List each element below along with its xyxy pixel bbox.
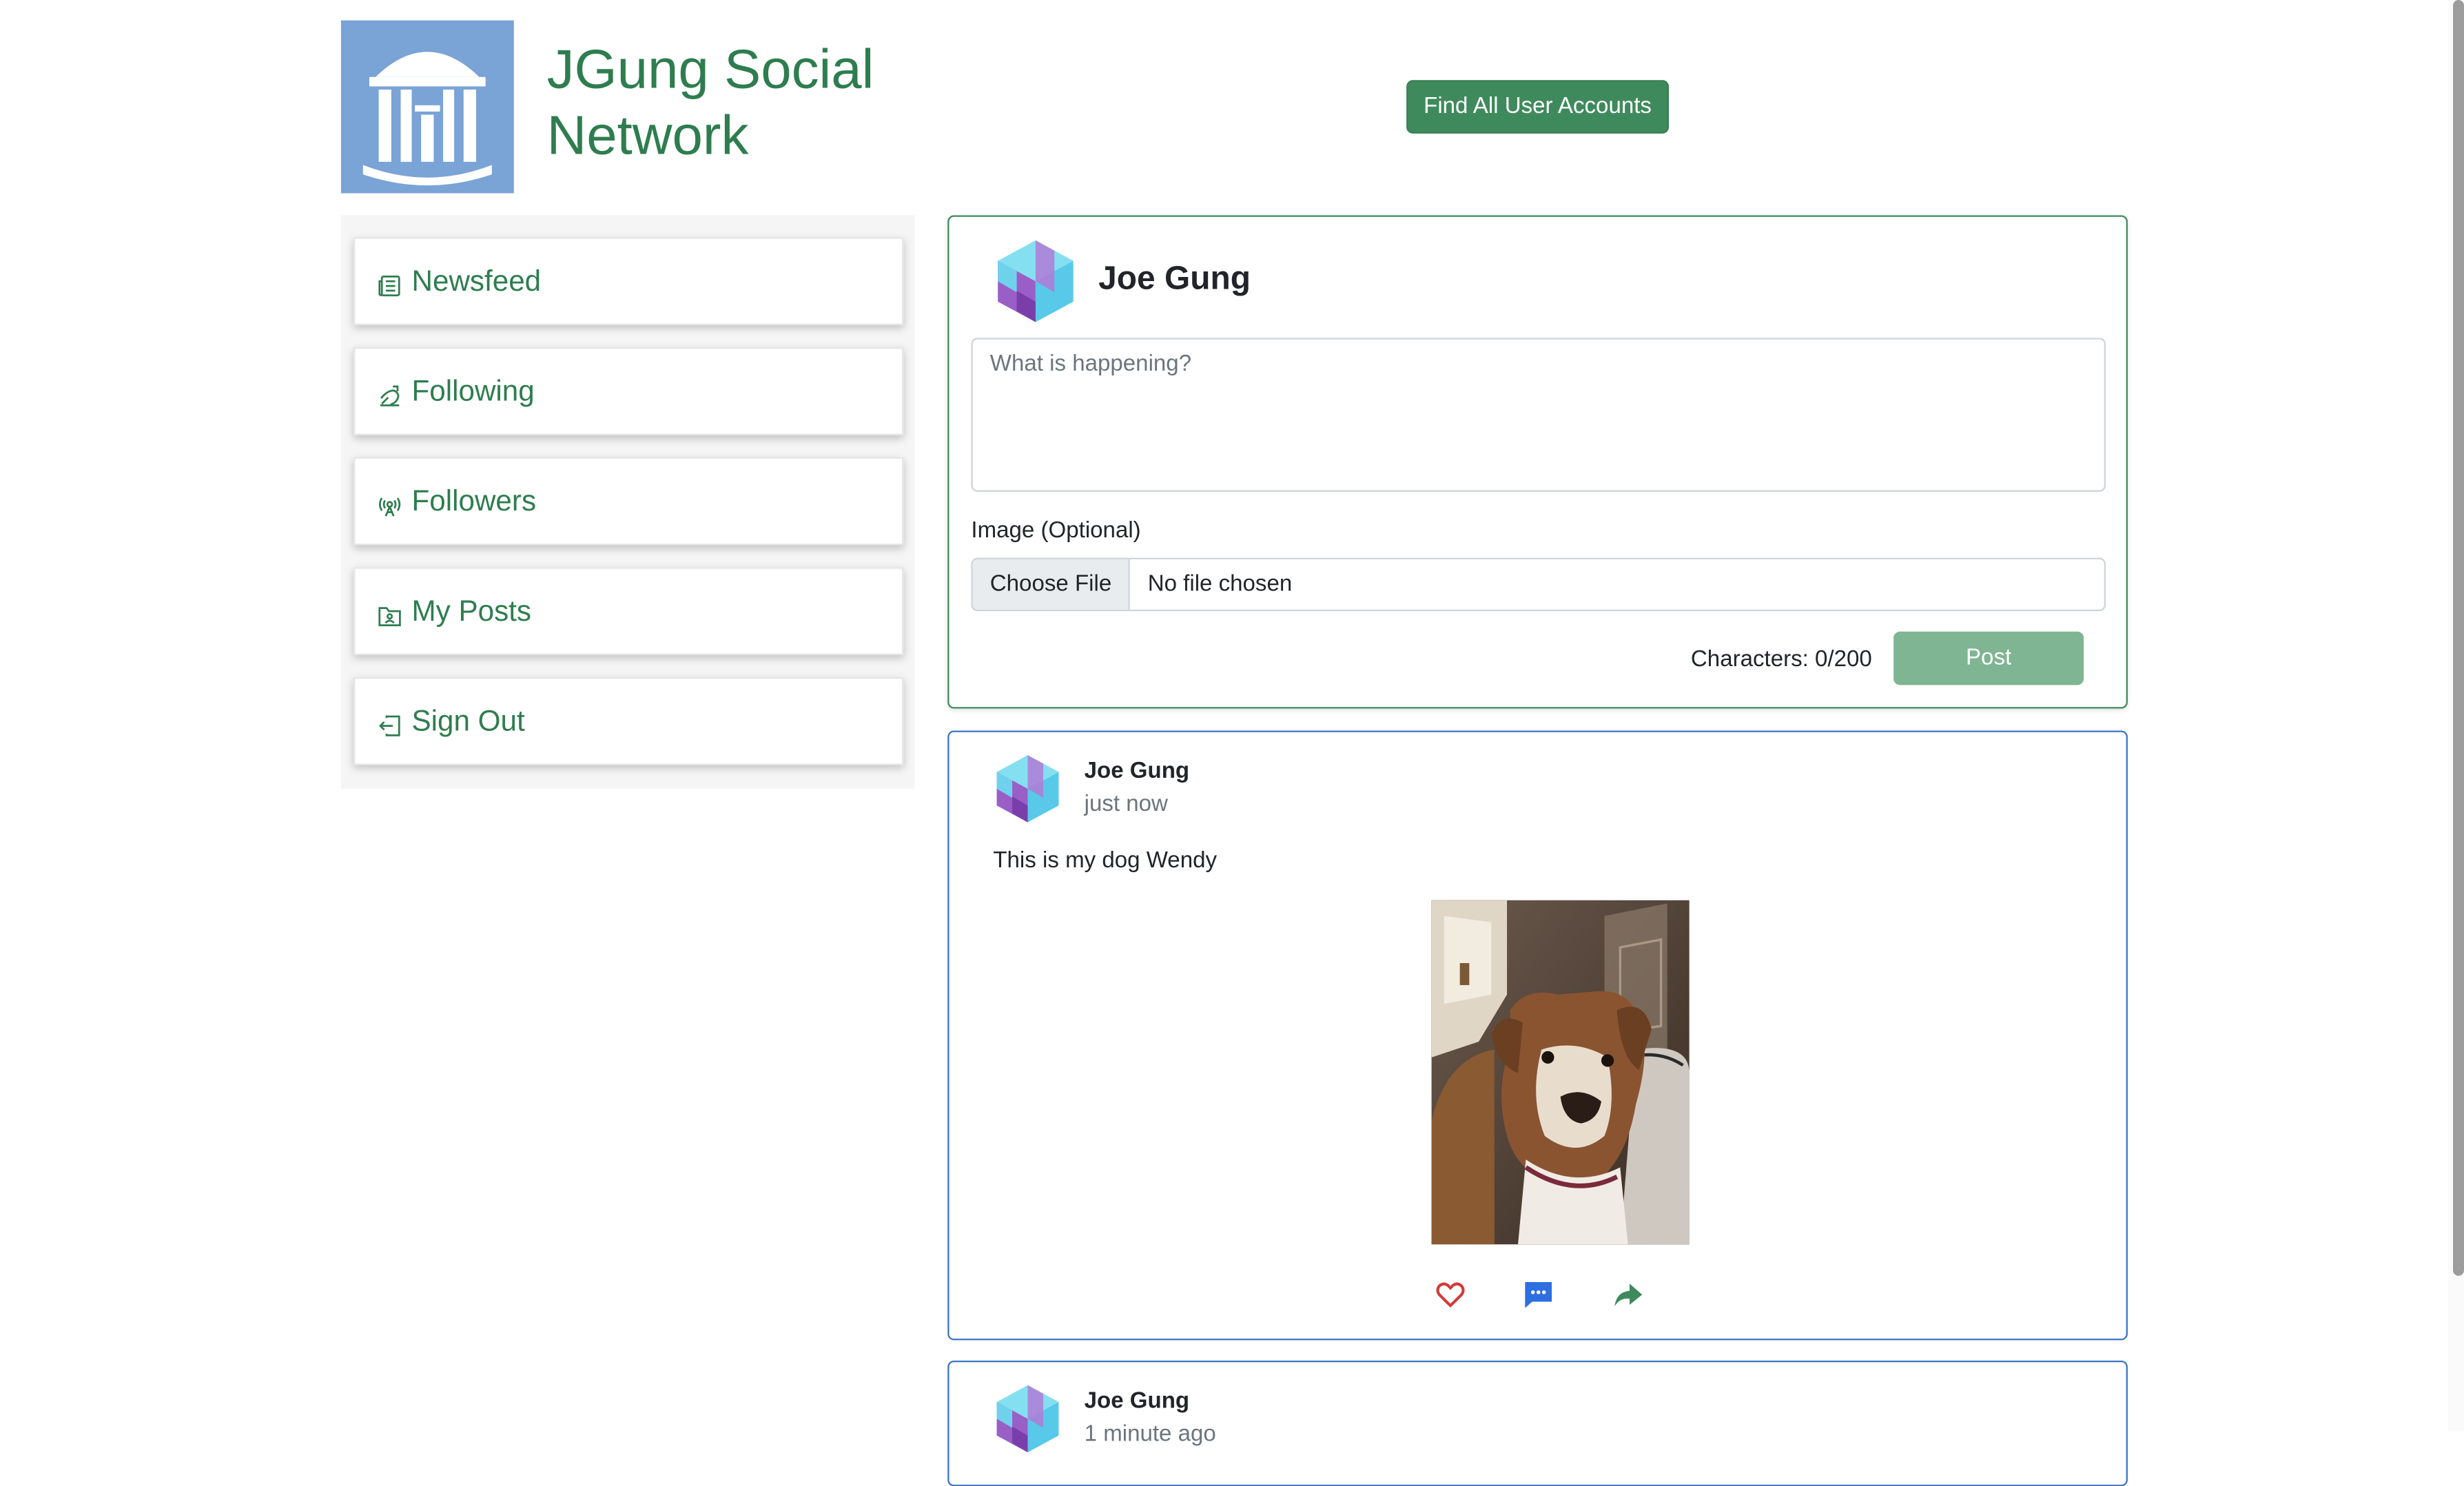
post-author-avatar	[992, 752, 1064, 832]
site-title-line1: JGung Social	[546, 39, 874, 101]
sidebar-item-my-posts[interactable]: My Posts	[353, 567, 904, 656]
post-author-name[interactable]: Joe Gung	[1085, 759, 1190, 784]
site-title: JGung Social Network	[547, 38, 956, 170]
sidebar-item-label: Following	[411, 373, 535, 407]
post-image	[1431, 900, 1690, 1245]
post-timestamp: 1 minute ago	[1084, 1421, 1216, 1447]
post-card: Joe Gung 1 minute ago	[947, 1360, 2128, 1486]
sidebar-item-label: Followers	[411, 484, 537, 517]
image-upload-label: Image (Optional)	[971, 518, 1141, 544]
post-text: This is my dog Wendy	[993, 848, 1218, 874]
sidebar-item-label: Sign Out	[411, 703, 525, 737]
post-text-input[interactable]: What is happening?	[971, 338, 2106, 492]
image-file-input[interactable]: Choose File No file chosen	[971, 557, 2106, 612]
newspaper-icon	[377, 271, 402, 296]
sidebar-item-following[interactable]: Following	[353, 347, 904, 435]
user-avatar	[992, 237, 1080, 333]
share-icon[interactable]	[1611, 1277, 1645, 1312]
sidebar-item-newsfeed[interactable]: Newsfeed	[353, 237, 904, 326]
post-timestamp: just now	[1084, 792, 1168, 817]
sidebar-item-label: My Posts	[411, 594, 532, 627]
page: JGung Social Network Find All User Accou…	[0, 0, 2464, 1486]
post-author-avatar	[992, 1383, 1064, 1463]
person-folder-icon	[377, 601, 402, 626]
comment-icon[interactable]	[1521, 1277, 1556, 1312]
sign-out-icon	[377, 711, 402, 736]
sidebar-item-followers[interactable]: Followers	[353, 457, 904, 546]
site-logo	[340, 20, 514, 194]
character-counter: Characters: 0/200	[1690, 647, 1872, 673]
like-icon[interactable]	[1433, 1277, 1468, 1312]
post-card: Joe Gung just now This is my dog Wendy	[947, 730, 2128, 1341]
sidebar-item-sign-out[interactable]: Sign Out	[353, 677, 904, 765]
post-author-name[interactable]: Joe Gung	[1085, 1389, 1190, 1414]
post-button[interactable]: Post	[1893, 631, 2084, 685]
post-composer: Joe Gung What is happening? Image (Optio…	[947, 215, 2128, 709]
choose-file-button[interactable]: Choose File	[972, 559, 1131, 610]
scrollbar-thumb[interactable]	[2453, 0, 2464, 1276]
find-all-users-button[interactable]: Find All User Accounts	[1406, 80, 1669, 134]
sidebar: Newsfeed Following Followers My Posts Si…	[340, 215, 915, 789]
file-status: No file chosen	[1147, 572, 1293, 597]
following-icon	[377, 381, 402, 406]
broadcast-icon	[377, 491, 402, 516]
composer-user-name: Joe Gung	[1098, 260, 1251, 298]
site-title-line2: Network	[546, 105, 749, 167]
sidebar-item-label: Newsfeed	[411, 264, 542, 298]
